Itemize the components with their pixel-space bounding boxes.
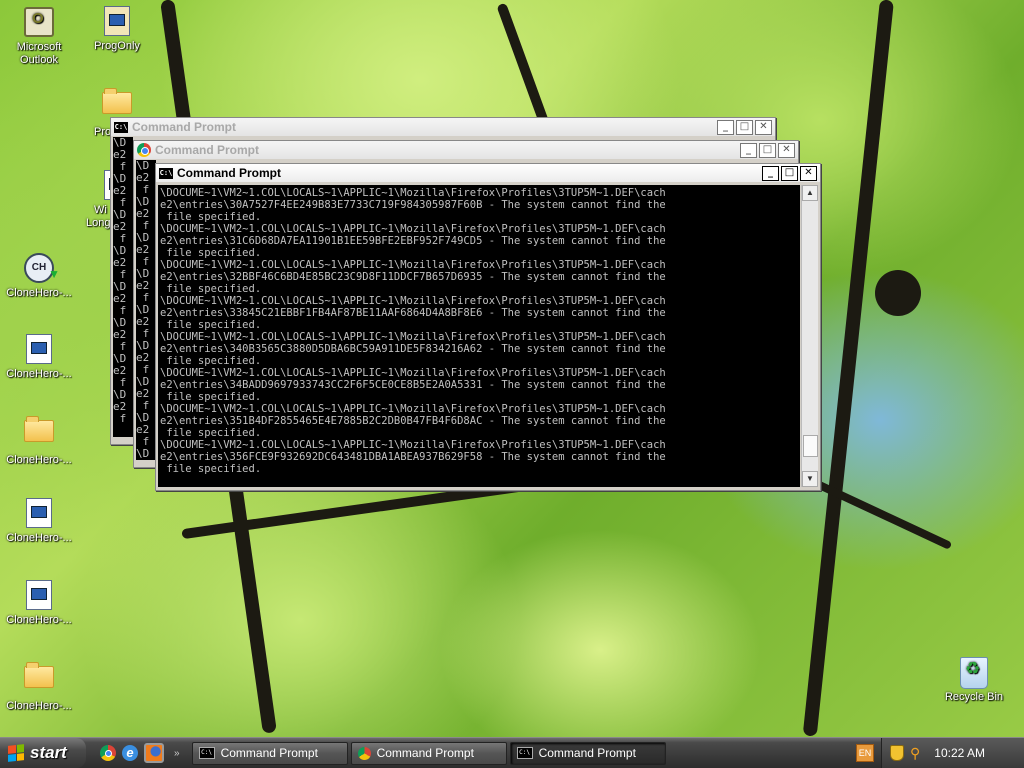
taskbar-button-active[interactable]: C:\ Command Prompt	[509, 741, 666, 765]
file-icon	[26, 498, 52, 528]
desktop-icon-label: CloneHero-...	[6, 614, 72, 626]
cmd-icon: C:\	[516, 747, 533, 759]
window-title: Command Prompt	[132, 120, 237, 134]
close-button[interactable]: ✕	[778, 142, 795, 158]
desktop-icon-clonehero-5[interactable]: CloneHero-...	[2, 578, 76, 627]
desktop-icon-clonehero-6[interactable]: CloneHero-...	[2, 660, 76, 713]
desktop-icon-label: CloneHero-...	[6, 532, 72, 544]
file-icon	[26, 334, 52, 364]
clonehero-shortcut-icon: CH	[24, 253, 60, 287]
title-bar[interactable]: Command Prompt _ □ ✕	[134, 141, 798, 159]
task-buttons: C:\ Command Prompt Command Prompt C:\ Co…	[191, 741, 666, 765]
taskbar-button[interactable]: Command Prompt	[350, 741, 507, 765]
desktop-icon-label: CloneHero-...	[6, 700, 72, 712]
taskbar-button-label: Command Prompt	[538, 746, 636, 760]
minimize-button[interactable]: _	[740, 142, 757, 158]
start-button[interactable]: start	[0, 738, 86, 768]
chevron-right-icon[interactable]: »	[174, 748, 180, 759]
chrome-icon	[357, 746, 371, 760]
folder-icon	[24, 662, 54, 688]
taskbar: start e » C:\ Command Prompt Command Pro…	[0, 737, 1024, 768]
chrome-icon[interactable]	[100, 745, 116, 761]
desktop-icon-progonly[interactable]: ProgOnly	[80, 4, 154, 53]
vertical-scrollbar[interactable]: ▲ ▼	[801, 185, 818, 487]
start-label: start	[30, 743, 67, 762]
maximize-button[interactable]: □	[781, 165, 798, 181]
cmd-icon: C:\	[159, 167, 173, 179]
desktop-icon-label: CloneHero-...	[6, 368, 72, 380]
desktop-icon-label: Recycle Bin	[944, 691, 1004, 703]
window-title: Command Prompt	[155, 143, 260, 157]
system-tray: EN ⚲ 10:22 AM	[856, 738, 1024, 768]
internet-explorer-icon[interactable]: e	[122, 745, 138, 761]
folder-icon	[24, 416, 54, 442]
desktop-icon-microsoft-outlook[interactable]: Microsoft Outlook	[2, 4, 76, 67]
file-icon	[26, 580, 52, 610]
folder-icon	[104, 6, 130, 36]
window-title: Command Prompt	[177, 166, 282, 180]
firefox-icon[interactable]	[144, 743, 164, 763]
taskbar-button[interactable]: C:\ Command Prompt	[191, 741, 348, 765]
minimize-button[interactable]: _	[717, 119, 734, 135]
title-bar[interactable]: C:\ Command Prompt _ □ ✕	[111, 118, 775, 136]
quick-launch: e »	[100, 743, 180, 763]
desktop-icon-clonehero-4[interactable]: CloneHero-...	[2, 496, 76, 545]
chrome-icon	[137, 143, 151, 157]
desktop-icon-clonehero-2[interactable]: CloneHero-...	[2, 332, 76, 381]
maximize-button[interactable]: □	[736, 119, 753, 135]
recycle-bin-icon	[960, 657, 988, 689]
security-shield-icon[interactable]	[890, 745, 904, 761]
desktop-icon-recycle-bin[interactable]: Recycle Bin	[937, 656, 1011, 704]
language-indicator[interactable]: EN	[856, 744, 874, 762]
desktop-icon-label: ProgOnly	[94, 40, 140, 52]
title-bar[interactable]: C:\ Command Prompt _ □ ✕	[156, 164, 820, 182]
windows-logo-icon	[8, 744, 24, 762]
outlook-icon	[24, 7, 54, 37]
folder-icon	[102, 88, 132, 114]
minimize-button[interactable]: _	[762, 165, 779, 181]
desktop-icon-label: Microsoft Outlook	[16, 41, 62, 66]
scroll-up-arrow-icon[interactable]: ▲	[802, 185, 818, 201]
console-output: \D e2 f \D e2 f \D e2 f \D e2 f \D e2 f …	[136, 160, 156, 460]
command-prompt-window-front[interactable]: C:\ Command Prompt _ □ ✕ \DOCUME~1\VM2~1…	[155, 163, 821, 491]
maximize-button[interactable]: □	[759, 142, 776, 158]
taskbar-button-label: Command Prompt	[376, 746, 474, 760]
search-icon[interactable]: ⚲	[910, 745, 920, 762]
cmd-icon: C:\	[114, 121, 128, 133]
cmd-icon: C:\	[198, 747, 215, 759]
clock[interactable]: 10:22 AM	[934, 746, 985, 760]
close-button[interactable]: ✕	[755, 119, 772, 135]
desktop-icon-label: CloneHero-...	[6, 287, 72, 299]
taskbar-button-label: Command Prompt	[220, 746, 318, 760]
desktop-icon-label: CloneHero-...	[6, 454, 72, 466]
scrollbar-thumb[interactable]	[803, 435, 818, 457]
desktop-icon-clonehero-3[interactable]: CloneHero-...	[2, 414, 76, 467]
console-output[interactable]: \DOCUME~1\VM2~1.COL\LOCALS~1\APPLIC~1\Mo…	[158, 185, 800, 487]
close-button[interactable]: ✕	[800, 165, 817, 181]
console-output: \D e2 f \D e2 f \D e2 f \D e2 f \D e2 f …	[113, 137, 133, 437]
scroll-down-arrow-icon[interactable]: ▼	[802, 471, 818, 487]
desktop-icon-clonehero-1[interactable]: CH CloneHero-...	[2, 250, 76, 300]
